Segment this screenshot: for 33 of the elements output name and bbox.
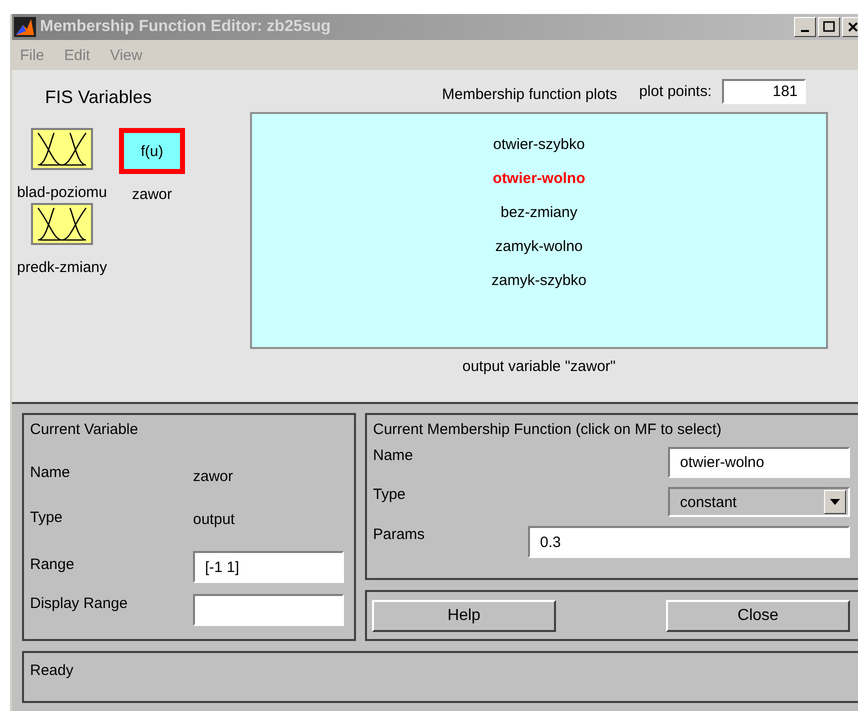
status-text: Ready <box>30 662 74 679</box>
field-label: Name <box>30 464 72 481</box>
variable-name: blad-poziomu <box>16 184 108 201</box>
field-label: Params <box>373 526 426 543</box>
membership-function-label[interactable]: otwier-wolno <box>492 170 586 192</box>
plot-points-field[interactable]: 181 <box>722 78 806 104</box>
plot-caption: output variable "zawor" <box>461 358 617 375</box>
membership-function-label[interactable]: bez-zmiany <box>500 204 578 226</box>
field-label: Display Range <box>30 595 129 612</box>
panel-heading: Current Variable <box>30 421 140 438</box>
panel-heading: Current Membership Function (click on MF to select) <box>373 421 722 438</box>
mf-name-field[interactable]: otwier-wolno <box>668 447 850 478</box>
plot-title: Membership function plots <box>442 86 618 102</box>
variable-name: zawor <box>132 186 172 203</box>
field-label: Type <box>373 486 407 503</box>
mf-type-dropdown[interactable]: constant <box>668 487 850 517</box>
output-variable-block[interactable]: f(u) <box>119 128 185 174</box>
push-button[interactable]: Close <box>666 600 850 632</box>
window-title: Membership Function Editor: zb25sug <box>40 18 331 36</box>
membership-function-label[interactable]: zamyk-szybko <box>491 272 587 294</box>
variable-name-value: zawor <box>193 468 234 485</box>
membership-function-label[interactable]: zamyk-wolno <box>495 238 583 260</box>
field-label: Name <box>373 447 414 464</box>
field-label: Type <box>30 509 64 526</box>
range-field[interactable]: [-1 1] <box>193 551 344 583</box>
panel-heading: FIS Variables <box>45 87 153 108</box>
push-button[interactable]: Help <box>372 600 556 632</box>
params-field[interactable]: 0.3 <box>528 526 850 558</box>
membership-function-label[interactable]: otwier-szybko <box>493 136 585 158</box>
field-label: Range <box>30 556 76 573</box>
variable-type-value: output <box>193 511 236 528</box>
variable-name: predk-zmiany <box>16 259 108 276</box>
plot-points-label: plot points: <box>639 82 712 100</box>
